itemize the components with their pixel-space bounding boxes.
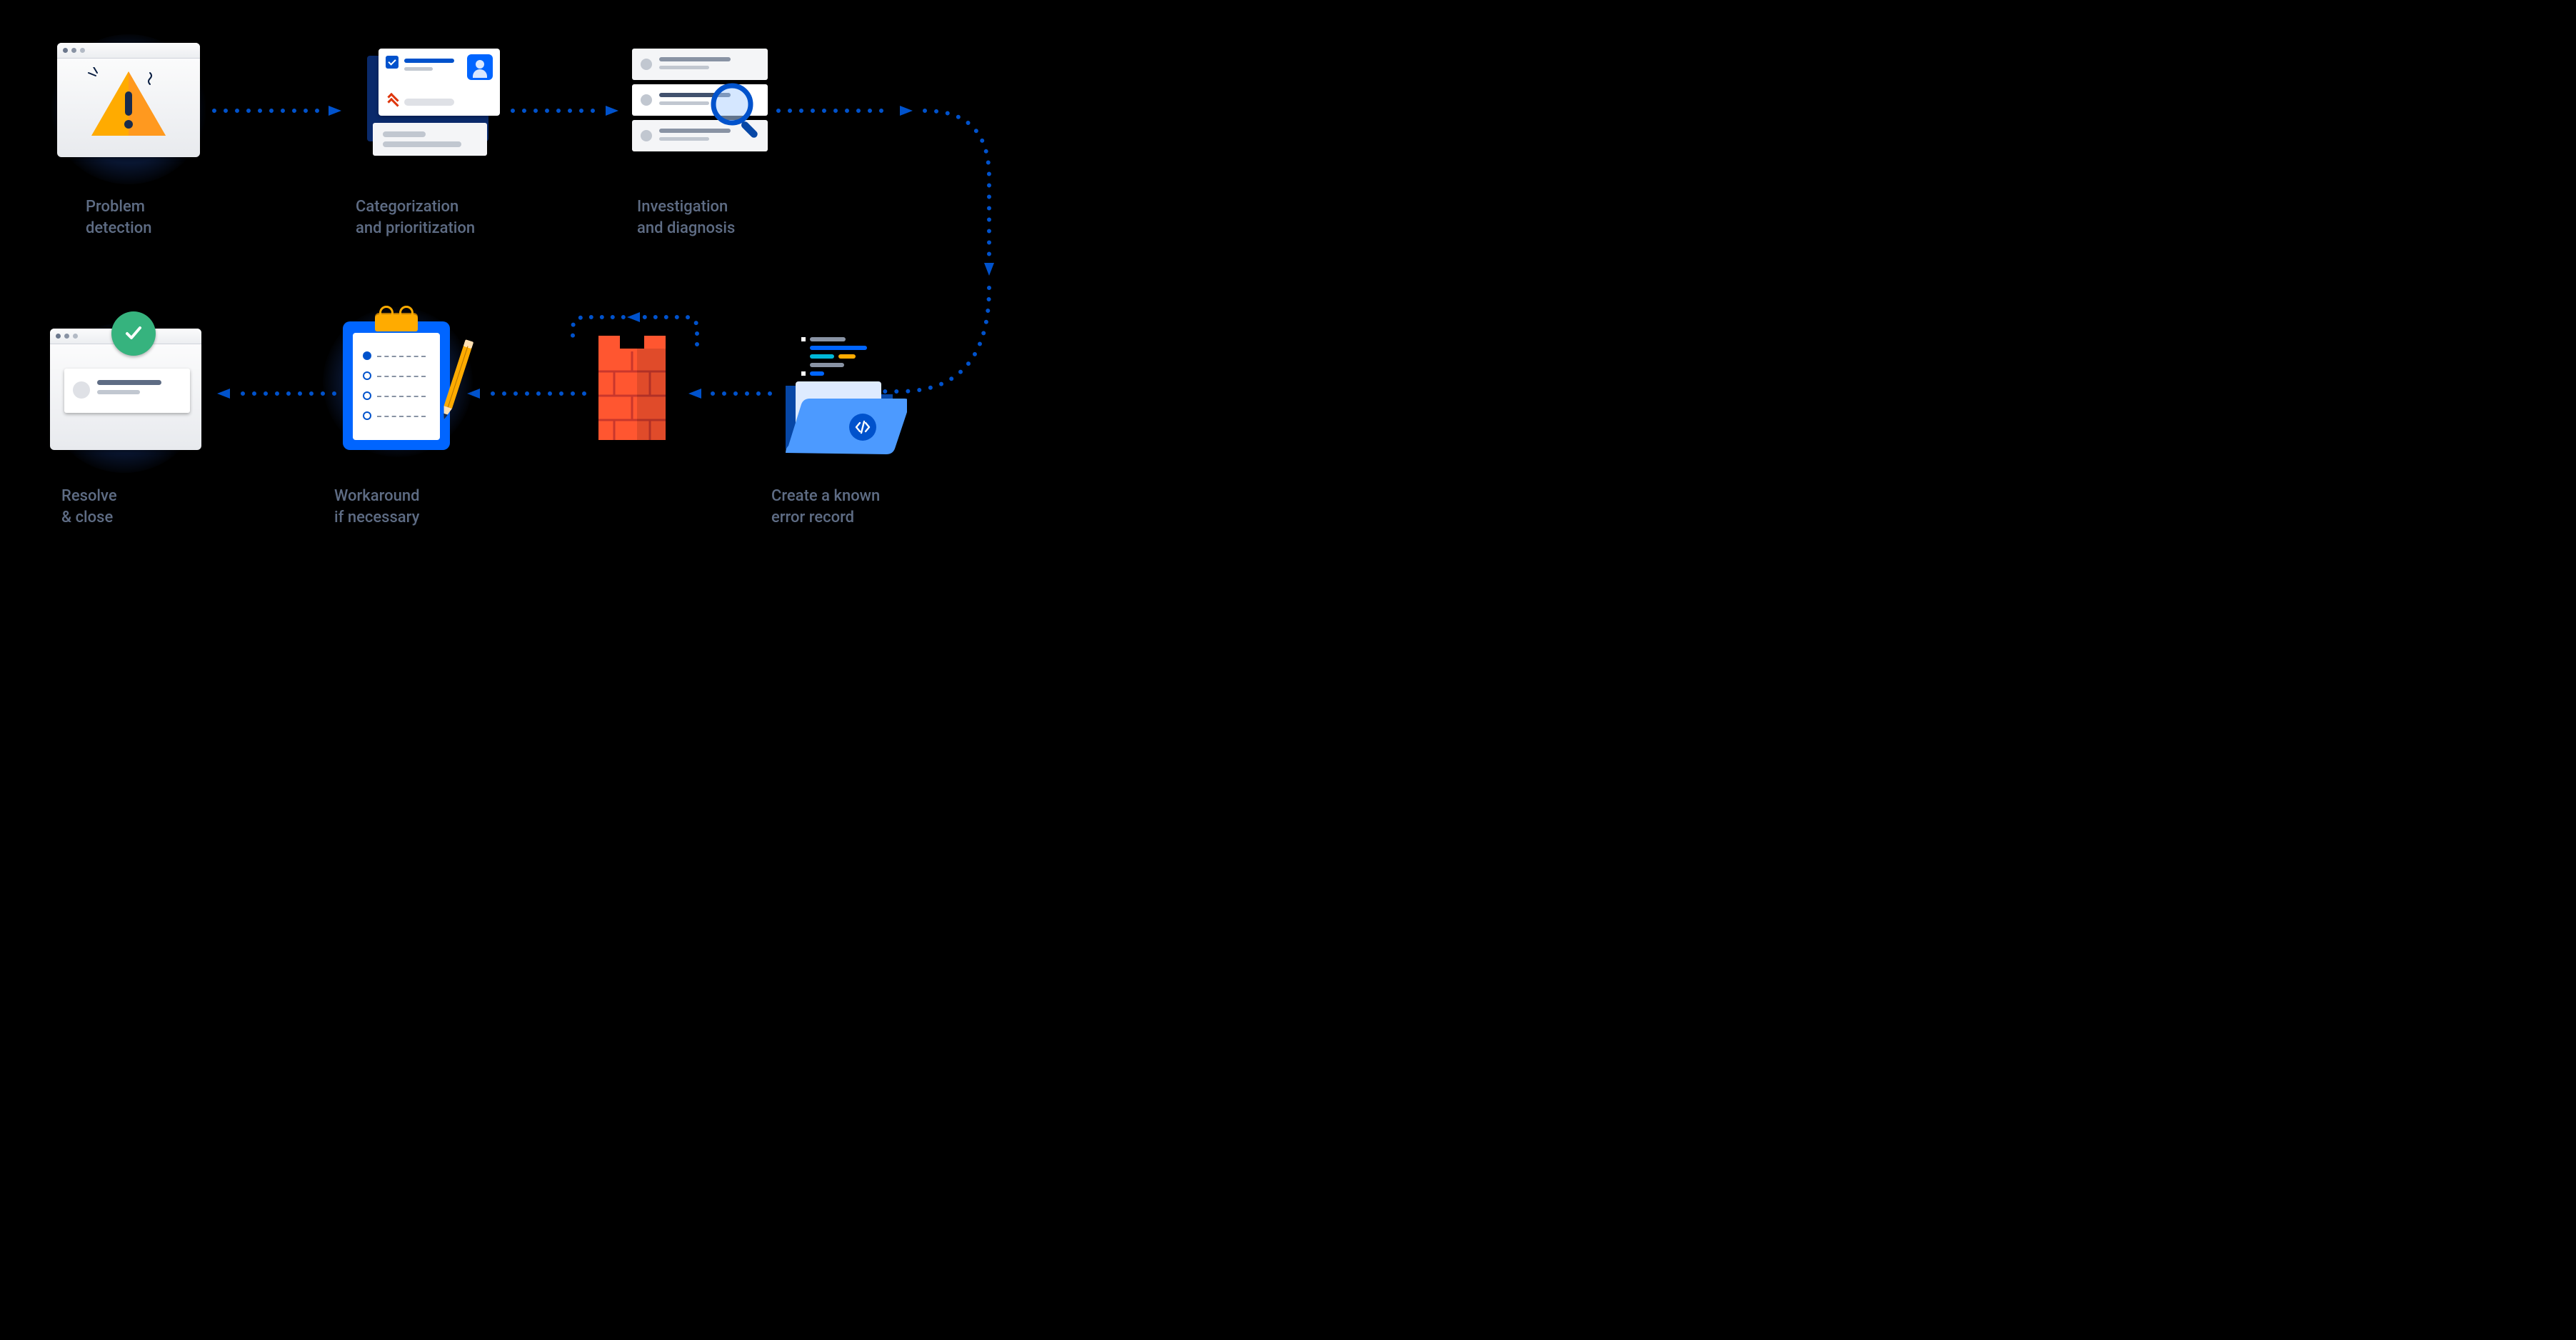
resolved-window-icon xyxy=(50,329,193,450)
ticket-card-icon xyxy=(357,43,493,150)
magnifier-icon xyxy=(711,83,766,139)
step-label: Workaround if necessary xyxy=(334,486,420,528)
flow-arrow-icon xyxy=(214,389,336,399)
step-known-error-record xyxy=(771,336,907,457)
warning-triangle-icon xyxy=(86,67,171,141)
checklist-clipboard-icon xyxy=(343,314,450,450)
flow-arrow-icon xyxy=(214,106,343,116)
step-label: Problem detection xyxy=(86,196,151,239)
step-categorization xyxy=(357,43,493,150)
flow-arrow-icon xyxy=(464,389,586,399)
step-label: Create a known error record xyxy=(771,486,880,528)
step-label: Investigation and diagnosis xyxy=(637,196,735,239)
flow-arrow-icon xyxy=(513,106,620,116)
step-label: Categorization and prioritization xyxy=(356,196,475,239)
step-workaround xyxy=(343,314,450,450)
step-resolve-close xyxy=(50,329,193,450)
process-flow-diagram: Problem detection Categorization and pri… xyxy=(0,0,1114,557)
check-circle-icon xyxy=(111,311,156,356)
alert-window-icon xyxy=(57,43,200,157)
flow-arrow-icon xyxy=(686,389,771,399)
step-label: Resolve & close xyxy=(61,486,117,528)
code-folder-icon xyxy=(771,336,907,457)
step-problem-detection xyxy=(57,43,200,157)
flow-arrow-over-icon xyxy=(564,313,700,356)
step-investigation xyxy=(632,49,768,156)
search-records-icon xyxy=(632,49,768,156)
